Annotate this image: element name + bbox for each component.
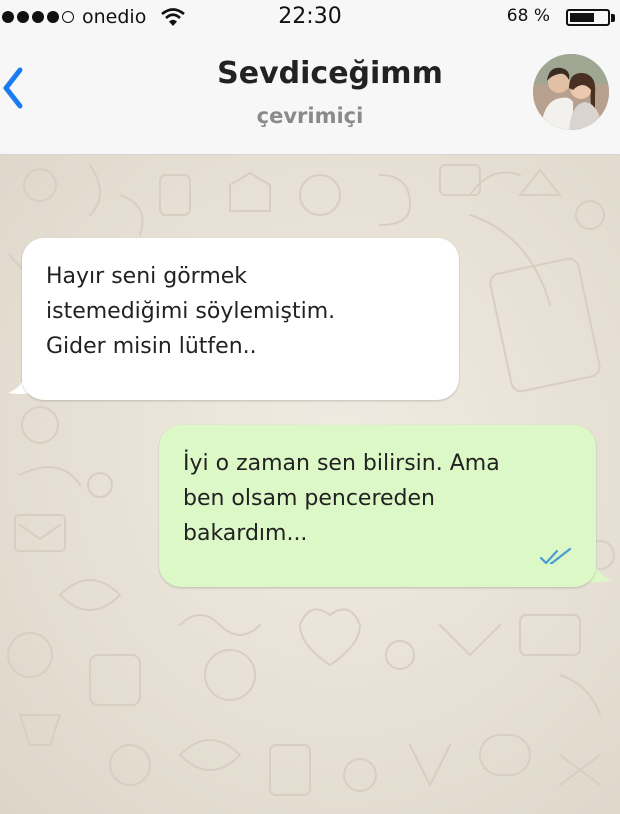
message-line: İyi o zaman sen bilirsin. Ama bbox=[183, 451, 500, 476]
battery-level-fill bbox=[570, 13, 595, 22]
message-line: Gider misin lütfen.. bbox=[46, 334, 257, 359]
chat-header: Sevdiceğimm çevrimiçi bbox=[0, 36, 620, 155]
contact-name[interactable]: Sevdiceğimm bbox=[0, 56, 620, 91]
contact-avatar[interactable] bbox=[533, 54, 609, 130]
message-line: bakardım... bbox=[183, 521, 308, 546]
avatar-photo bbox=[533, 54, 609, 130]
chat-area[interactable]: Hayır seni görmek istemediğimi söylemişt… bbox=[0, 155, 620, 814]
incoming-message-bubble[interactable]: Hayır seni görmek istemediğimi söylemişt… bbox=[22, 238, 459, 400]
status-bar: onedio 22:30 68 % bbox=[0, 0, 620, 36]
contact-status: çevrimiçi bbox=[256, 104, 364, 128]
message-line: ben olsam pencereden bbox=[183, 486, 435, 511]
battery-icon bbox=[566, 9, 610, 26]
double-check-icon bbox=[540, 547, 572, 565]
battery-percentage: 68 % bbox=[506, 6, 550, 26]
outgoing-message-bubble[interactable]: İyi o zaman sen bilirsin. Ama ben olsam … bbox=[159, 425, 596, 587]
message-line: Hayır seni görmek bbox=[46, 264, 248, 289]
message-line: istemediğimi söylemiştim. bbox=[46, 299, 336, 324]
battery-tip bbox=[611, 14, 615, 22]
